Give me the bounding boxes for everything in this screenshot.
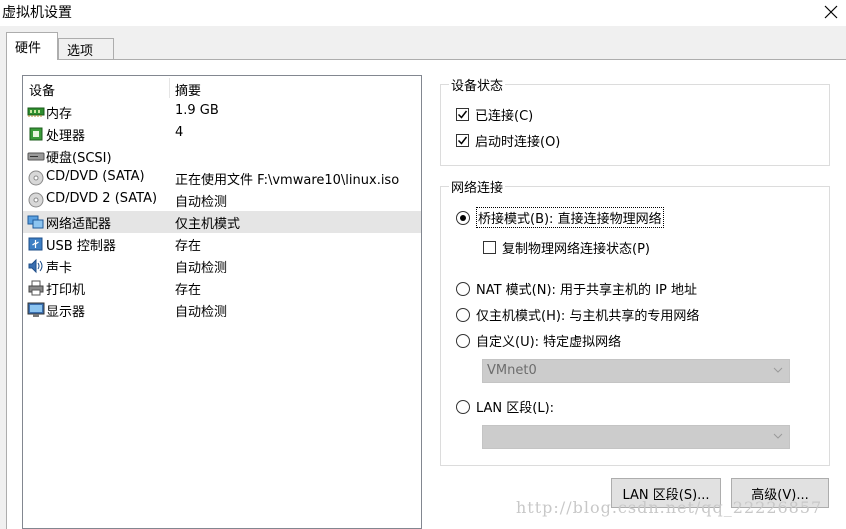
checkbox-box[interactable] <box>456 108 469 121</box>
device-name: 打印机 <box>46 283 86 298</box>
device-name: 硬盘(SCSI) <box>46 151 112 166</box>
close-icon <box>824 5 838 19</box>
checkbox-box[interactable] <box>483 241 496 254</box>
checkmark-icon <box>457 136 468 145</box>
device-name: CD/DVD (SATA) <box>46 169 145 184</box>
custom-network-value: VMnet0 <box>487 363 537 378</box>
connect-at-power-on-checkbox[interactable]: 启动时连接(O) <box>456 131 560 150</box>
lan-segment-radio[interactable]: LAN 区段(L): <box>456 397 554 416</box>
processor-icon <box>29 127 43 141</box>
device-list[interactable]: 设备 摘要 内存 1.9 GB 处理器 4 硬盘(SCSI) CD/DVD (S… <box>22 75 422 529</box>
device-summary: 自动检测 <box>175 195 228 210</box>
device-row-display[interactable]: 显示器 自动检测 <box>23 299 421 321</box>
radio-button[interactable] <box>456 307 470 322</box>
cd-dvd-icon <box>28 170 44 186</box>
title-bar: 虚拟机设置 <box>0 0 846 26</box>
device-summary: 仅主机模式 <box>175 217 241 232</box>
memory-icon <box>27 107 45 117</box>
device-row-processor[interactable]: 处理器 4 <box>23 123 421 145</box>
device-summary: 自动检测 <box>175 261 228 276</box>
device-row-cd-dvd-2[interactable]: CD/DVD 2 (SATA) 自动检测 <box>23 189 421 211</box>
device-status-group: 设备状态 已连接(C) 启动时连接(O) <box>440 75 830 166</box>
lan-segment-select[interactable] <box>482 425 790 449</box>
chevron-down-icon <box>773 367 783 373</box>
watermark: http://blog.csdn.net/qq_22226857 <box>516 498 823 517</box>
tab-options[interactable]: 选项 <box>58 38 114 60</box>
lan-segment-label: LAN 区段(L): <box>476 401 555 416</box>
connected-checkbox[interactable]: 已连接(C) <box>456 105 533 124</box>
device-list-header: 设备 摘要 <box>23 76 421 100</box>
checkmark-icon <box>457 110 468 119</box>
device-summary: 存在 <box>175 283 202 298</box>
window-title: 虚拟机设置 <box>2 5 72 21</box>
radio-button[interactable] <box>456 210 470 225</box>
device-summary: 存在 <box>175 239 202 254</box>
device-name: CD/DVD 2 (SATA) <box>46 191 158 206</box>
column-header-device[interactable]: 设备 <box>29 80 55 99</box>
device-summary: 自动检测 <box>175 305 228 320</box>
column-header-summary[interactable]: 摘要 <box>175 80 201 99</box>
network-adapter-icon <box>27 215 44 229</box>
device-name: 声卡 <box>46 261 73 276</box>
nat-radio[interactable]: NAT 模式(N): 用于共享主机的 IP 地址 <box>456 279 697 298</box>
device-row-network-adapter[interactable]: 网络适配器 仅主机模式 <box>23 211 421 233</box>
device-name: 网络适配器 <box>46 217 112 232</box>
device-row-usb-controller[interactable]: USB 控制器 存在 <box>23 233 421 255</box>
column-divider[interactable] <box>169 78 170 98</box>
bridged-label: 桥接模式(B): 直接连接物理网络 <box>476 207 664 228</box>
host-only-radio[interactable]: 仅主机模式(H): 与主机共享的专用网络 <box>456 305 699 324</box>
network-connection-legend: 网络连接 <box>449 177 506 196</box>
usb-icon <box>28 237 43 251</box>
checkbox-box[interactable] <box>456 134 469 147</box>
custom-label: 自定义(U): 特定虚拟网络 <box>476 335 622 350</box>
replicate-state-label: 复制物理网络连接状态(P) <box>502 242 650 257</box>
connect-at-power-on-label: 启动时连接(O) <box>475 135 561 150</box>
hard-disk-icon <box>27 152 45 161</box>
replicate-state-checkbox[interactable]: 复制物理网络连接状态(P) <box>483 238 650 257</box>
network-connection-group: 网络连接 桥接模式(B): 直接连接物理网络 复制物理网络连接状态(P) NAT… <box>440 177 830 466</box>
device-name: 显示器 <box>46 305 86 320</box>
host-only-label: 仅主机模式(H): 与主机共享的专用网络 <box>476 309 700 324</box>
connected-label: 已连接(C) <box>475 109 534 124</box>
device-summary: 4 <box>175 125 184 140</box>
device-name: USB 控制器 <box>46 239 116 254</box>
radio-button[interactable] <box>456 333 470 348</box>
close-button[interactable] <box>816 0 846 24</box>
device-name: 处理器 <box>46 129 86 144</box>
custom-network-select[interactable]: VMnet0 <box>482 359 790 383</box>
radio-button[interactable] <box>456 281 470 296</box>
display-icon <box>27 302 45 317</box>
device-summary: 正在使用文件 F:\vmware10\linux.iso <box>175 173 400 188</box>
device-row-memory[interactable]: 内存 1.9 GB <box>23 101 421 123</box>
bridged-radio[interactable]: 桥接模式(B): 直接连接物理网络 <box>456 207 664 228</box>
tab-hardware[interactable]: 硬件 <box>6 32 58 60</box>
device-status-legend: 设备状态 <box>449 75 506 94</box>
device-row-printer[interactable]: 打印机 存在 <box>23 277 421 299</box>
radio-button[interactable] <box>456 399 470 414</box>
cd-dvd-icon <box>28 192 44 208</box>
nat-label: NAT 模式(N): 用于共享主机的 IP 地址 <box>476 283 698 298</box>
custom-radio[interactable]: 自定义(U): 特定虚拟网络 <box>456 331 621 350</box>
chevron-down-icon <box>773 433 783 439</box>
device-summary: 1.9 GB <box>175 103 219 118</box>
device-row-hard-disk[interactable]: 硬盘(SCSI) <box>23 145 421 167</box>
printer-icon <box>28 280 44 296</box>
device-name: 内存 <box>46 107 73 122</box>
device-row-cd-dvd[interactable]: CD/DVD (SATA) 正在使用文件 F:\vmware10\linux.i… <box>23 167 421 189</box>
sound-card-icon <box>28 258 43 274</box>
device-row-sound-card[interactable]: 声卡 自动检测 <box>23 255 421 277</box>
